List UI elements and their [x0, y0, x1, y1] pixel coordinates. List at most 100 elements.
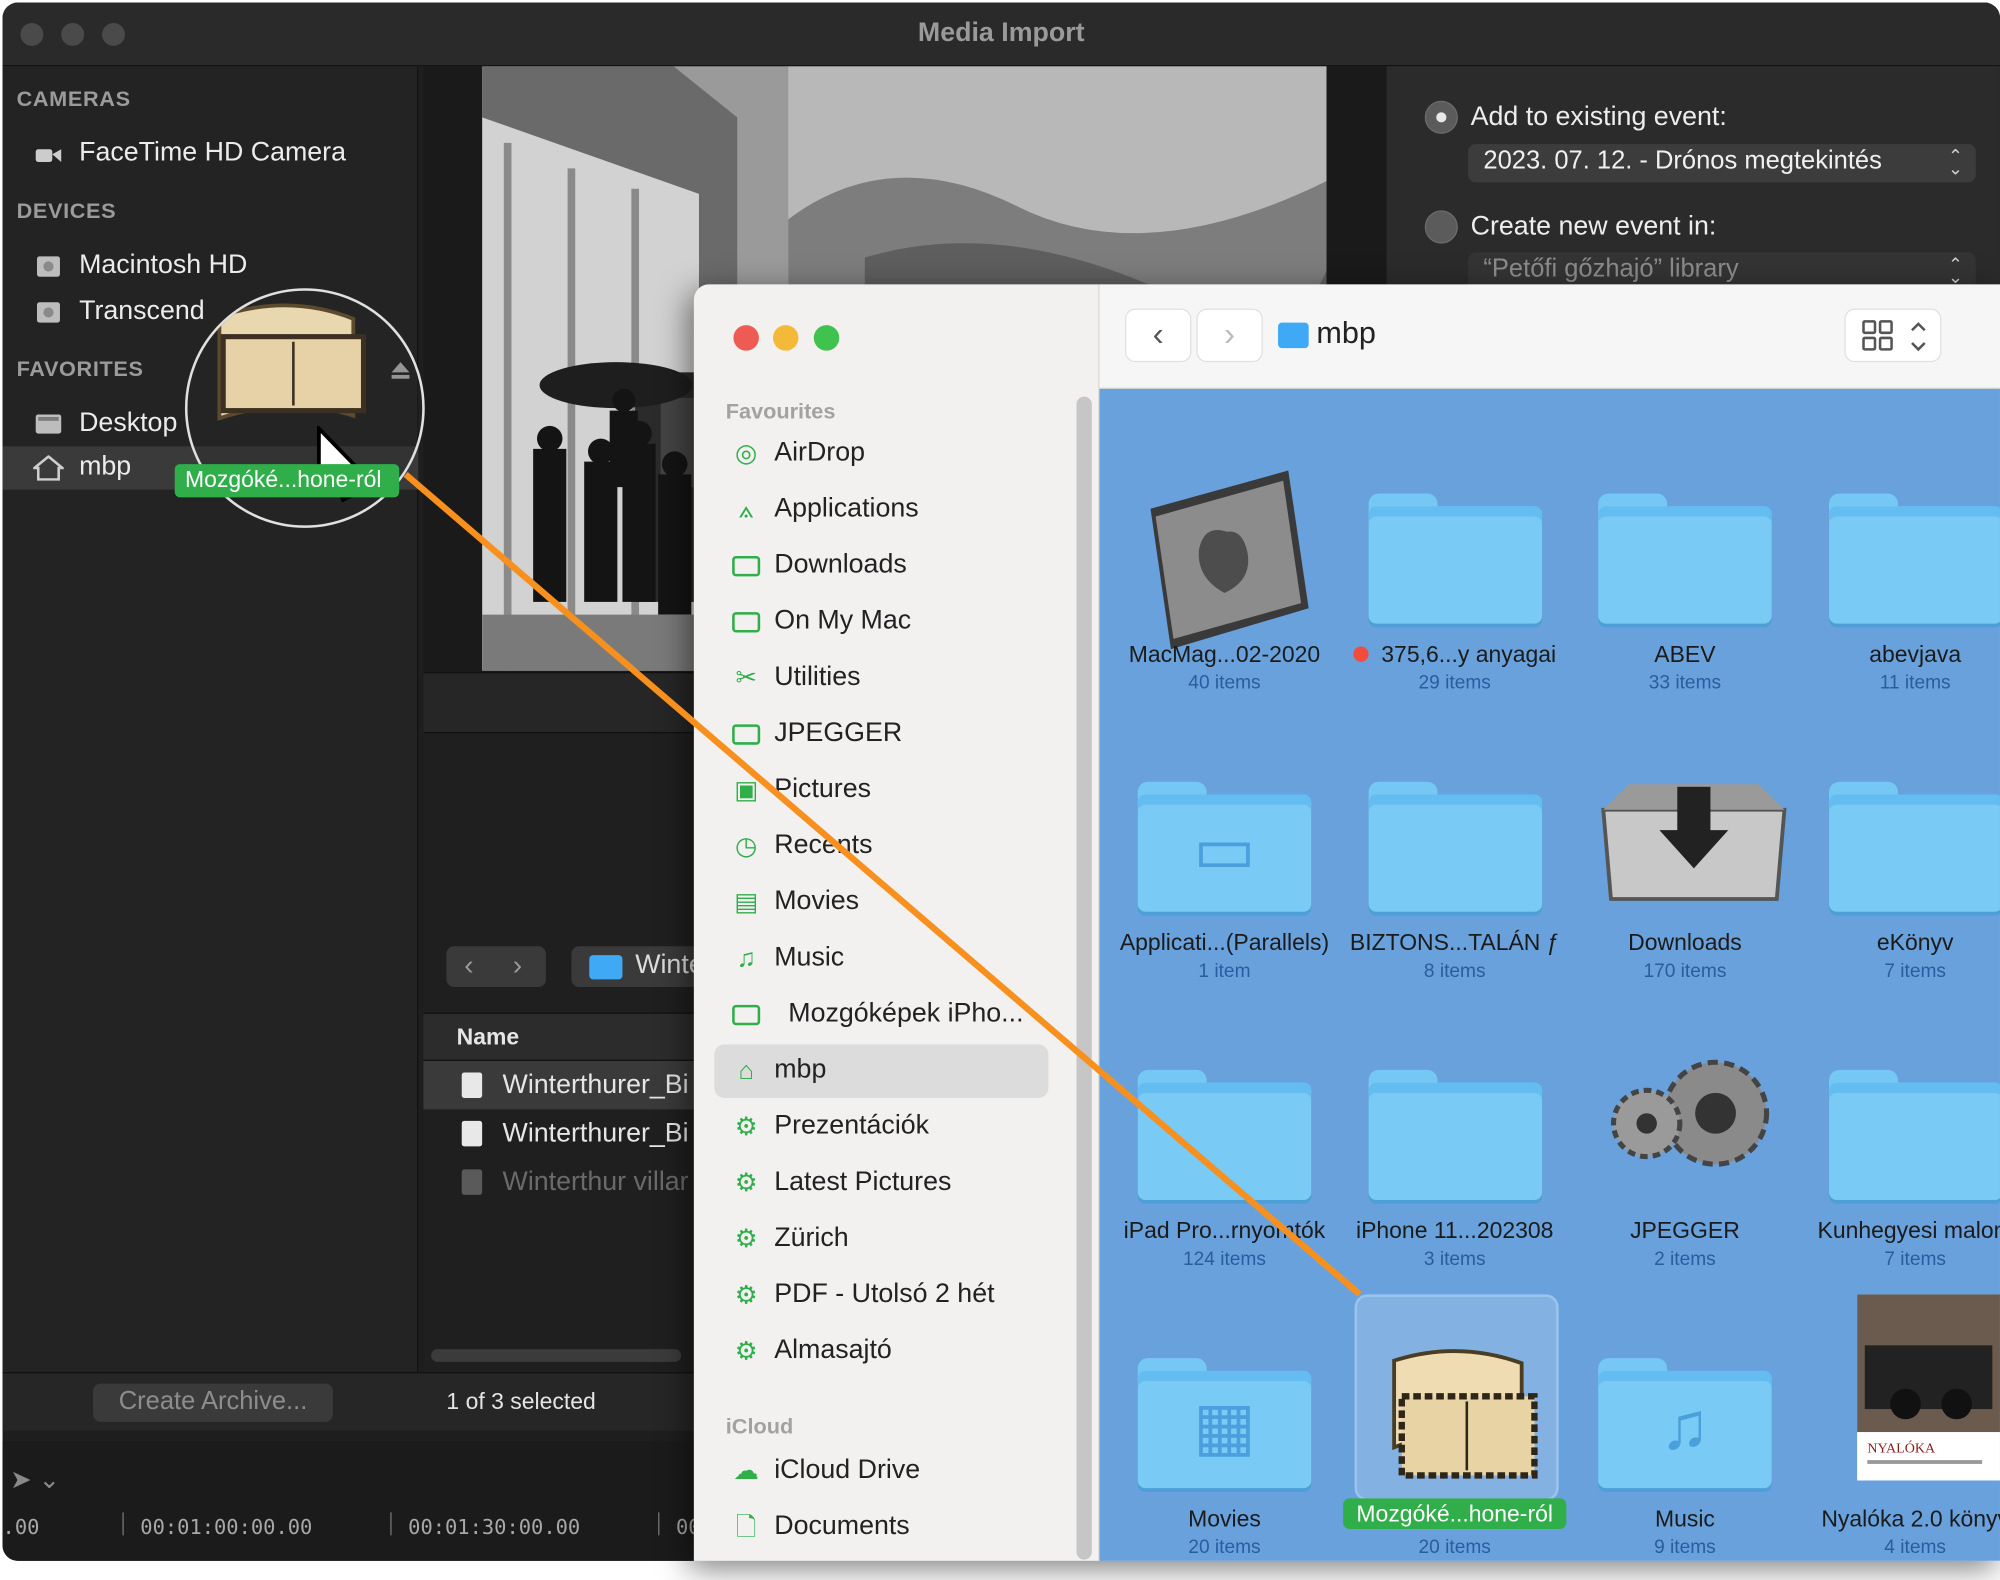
downloads-folder-icon	[1598, 759, 1787, 909]
folder-icon	[1828, 1047, 2000, 1200]
folder-icon: ▦	[1137, 1335, 1312, 1489]
sidebar-item-label: Movies	[774, 886, 860, 916]
file-item[interactable]: eKönyv 7 items	[1788, 700, 2000, 988]
document-icon	[461, 1120, 483, 1147]
back-forward-buttons[interactable]: ‹ ›	[446, 946, 546, 988]
finder-toolbar: ‹ › mbp	[1099, 284, 2000, 389]
folder-icon: ♫	[1598, 1335, 1772, 1489]
file-name-text: JPEGGER	[1630, 1217, 1740, 1244]
pointer-tool-icon[interactable]: ➤ ⌄	[10, 1464, 60, 1496]
file-item[interactable]: ▦ Movies 20 items	[1099, 1276, 1326, 1560]
back-button[interactable]: ‹	[1124, 308, 1192, 363]
item-count: 9 items	[1654, 1536, 1716, 1559]
existing-event-popup[interactable]: 2023. 07. 12. - Drónos megtekintés ⌃ ⌄	[1468, 144, 1976, 183]
sidebar-item-label: Almasajtó	[774, 1335, 892, 1365]
file-item[interactable]: iPad Pro...rnyomtók 124 items	[1099, 988, 1326, 1276]
sidebar-item-label: Desktop	[79, 408, 178, 438]
folder-icon	[732, 724, 761, 745]
close-button[interactable]	[733, 325, 759, 351]
smart-folder-icon: ⚙	[734, 1281, 758, 1310]
import-sidebar: CAMERAS FaceTime HD Camera DEVICES Macin…	[2, 66, 419, 1431]
file-name: Winterthurer_Bi	[502, 1118, 689, 1148]
sidebar-item-airdrop[interactable]: ◎ AirDrop	[714, 427, 1048, 481]
file-row[interactable]: Winterthur villar	[423, 1158, 696, 1206]
smart-folder-icon: ⚙	[734, 1113, 758, 1142]
sidebar-item-applications[interactable]: ⟑ Applications	[714, 483, 1048, 537]
file-name: Music	[1557, 1506, 1812, 1533]
document-icon	[461, 1169, 483, 1195]
sidebar-item-recents[interactable]: ◷ Recents	[714, 820, 1048, 874]
sidebar-item-documents[interactable]: 🗋 Documents	[714, 1501, 1048, 1555]
sidebar-item-facetime-camera[interactable]: FaceTime HD Camera	[3, 133, 419, 176]
sidebar-item-pdf-utols-2-h-t[interactable]: ⚙ PDF - Utolsó 2 hét	[714, 1269, 1048, 1323]
minimize-button[interactable]	[772, 325, 799, 351]
item-count: 1 item	[1198, 960, 1251, 982]
sidebar-item-icloud-drive[interactable]: ☁ iCloud Drive	[714, 1445, 1048, 1499]
column-header-name[interactable]: Name	[423, 1012, 697, 1061]
folder-icon	[1598, 471, 1772, 624]
create-archive-button[interactable]: Create Archive...	[93, 1383, 333, 1422]
forward-chevron-icon[interactable]: ›	[513, 949, 522, 982]
section-header-favorites: FAVORITES	[16, 357, 144, 382]
sidebar-item-prezent-ci-k[interactable]: ⚙ Prezentációk	[714, 1100, 1048, 1154]
file-name-text: Movies	[1188, 1506, 1261, 1532]
sidebar-item-z-rich[interactable]: ⚙ Zürich	[714, 1213, 1048, 1267]
folder-icon	[1367, 471, 1542, 624]
sidebar-item-label: AirDrop	[774, 437, 866, 467]
file-item[interactable]: NYALÓKA Nyalóka 2.0 könyv 4 items	[1788, 1276, 2000, 1560]
file-name: Winterthurer_Bi	[502, 1069, 689, 1100]
back-chevron-icon[interactable]: ‹	[464, 949, 473, 982]
sidebar-item-label: FaceTime HD Camera	[79, 137, 346, 168]
sidebar-item-jpegger[interactable]: JPEGGER	[714, 708, 1048, 762]
library-value: “Petőfi gőzhajó” library	[1483, 255, 1739, 284]
smart-folder-icon: ⚙	[734, 1169, 758, 1198]
file-name-text: MacMag...02-2020	[1128, 641, 1321, 667]
sidebar-item-label: mbp	[774, 1054, 827, 1084]
sidebar-item-downloads[interactable]: Downloads	[714, 539, 1048, 593]
section-header-icloud: iCloud	[725, 1414, 794, 1439]
camera-icon	[35, 149, 62, 162]
sidebar-item-latest-pictures[interactable]: ⚙ Latest Pictures	[714, 1157, 1048, 1211]
sidebar-item-macintosh-hd[interactable]: Macintosh HD	[3, 245, 419, 288]
horizontal-scrollbar[interactable]	[431, 1349, 682, 1362]
sidebar-scrollbar[interactable]	[1076, 396, 1092, 1560]
file-item[interactable]: iPhone 11...202308 3 items	[1327, 988, 1557, 1276]
document-icon: 🗋	[735, 1513, 757, 1542]
file-item[interactable]: 375,6...y anyagai 29 items	[1327, 412, 1557, 700]
home-icon	[33, 455, 64, 481]
file-item[interactable]: Downloads 170 items	[1557, 700, 1787, 988]
folder-icon	[732, 612, 761, 633]
sidebar-item-mozg-k-pek-ipho[interactable]: Mozgóképek iPho...	[714, 988, 1048, 1042]
file-row[interactable]: Winterthurer_Bi	[423, 1060, 697, 1110]
file-item[interactable]: ▭ Applicati...(Parallels) 1 item	[1099, 700, 1329, 988]
file-item[interactable]: ♫ Music 9 items	[1557, 1276, 1787, 1560]
sidebar-item-on-my-mac[interactable]: On My Mac	[714, 596, 1048, 650]
file-item[interactable]: Kunhegyesi malom 7 items	[1788, 988, 2000, 1276]
file-item[interactable]: Mozgóké...hone-ról 20 items	[1327, 1276, 1566, 1560]
folder-icon	[1828, 471, 2000, 624]
file-item[interactable]: abevjava 11 items	[1788, 412, 2000, 700]
file-item[interactable]: ABEV 33 items	[1557, 412, 1787, 700]
file-name: Movies	[1099, 1506, 1352, 1533]
file-item[interactable]: JPEGGER 2 items	[1557, 988, 1787, 1276]
sidebar-item-pictures[interactable]: ▣ Pictures	[714, 764, 1048, 818]
item-count: 7 items	[1884, 960, 1946, 982]
file-item[interactable]: BIZTONS...TALÁN ƒ 8 items	[1327, 700, 1560, 988]
create-new-radio[interactable]	[1424, 210, 1458, 244]
sidebar-item-mbp[interactable]: ⌂ mbp	[714, 1044, 1049, 1098]
view-mode-button[interactable]	[1844, 308, 1942, 363]
sidebar-item-label: Macintosh HD	[79, 249, 248, 280]
add-existing-radio[interactable]	[1424, 100, 1458, 134]
sidebar-item-movies[interactable]: ▤ Movies	[714, 876, 1048, 930]
file-item[interactable]: MacMag...02-2020 40 items	[1099, 412, 1326, 700]
sidebar-item-music[interactable]: ♫ Music	[714, 932, 1048, 986]
file-name: Winterthur villar	[502, 1166, 689, 1197]
file-row[interactable]: Winterthurer_Bi	[423, 1109, 696, 1157]
forward-button[interactable]: ›	[1196, 308, 1263, 363]
sidebar-item-almasajt[interactable]: ⚙ Almasajtó	[714, 1325, 1048, 1379]
sidebar-item-label: Documents	[774, 1511, 910, 1541]
sidebar-item-utilities[interactable]: ✂ Utilities	[714, 652, 1048, 706]
finder-sidebar: Favourites ◎ AirDrop ⟑ Applications Download…	[693, 284, 1100, 1561]
zoom-button[interactable]	[813, 325, 840, 351]
selection-count: 1 of 3 selected	[446, 1388, 596, 1415]
